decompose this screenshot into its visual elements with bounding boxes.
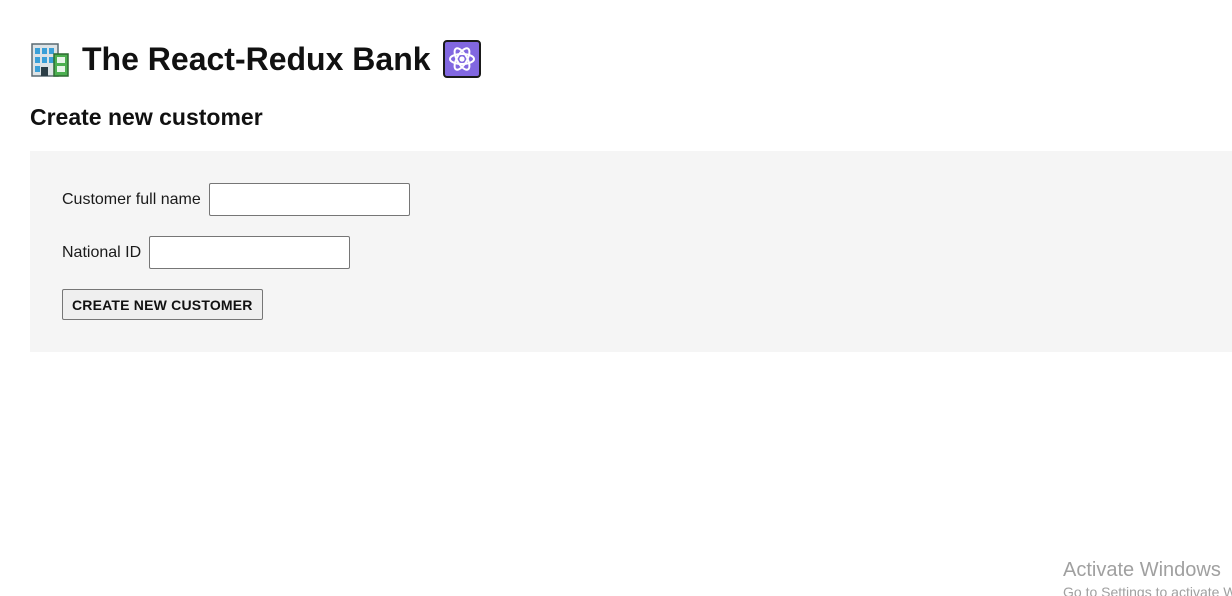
full-name-label: Customer full name [62,190,201,208]
national-id-label: National ID [62,243,142,261]
national-id-row: National ID [62,236,351,269]
office-building-icon [30,39,70,79]
full-name-row: Customer full name [62,183,410,216]
national-id-input[interactable] [149,236,351,269]
app-title-text: The React-Redux Bank [82,41,431,77]
create-customer-button[interactable]: CREATE NEW CUSTOMER [62,289,263,320]
watermark-title: Activate Windows [1063,559,1221,581]
full-name-input[interactable] [208,183,410,216]
app-title: The React-Redux Bank [30,38,481,80]
windows-activation-watermark: Activate Windows Go to Settings to activ… [1063,557,1232,596]
watermark-subtitle: Go to Settings to activate Windows. [1063,584,1232,596]
create-customer-form: Customer full name National ID CREATE NE… [30,151,1232,352]
atom-icon [442,40,481,78]
section-title: Create new customer [30,104,263,130]
